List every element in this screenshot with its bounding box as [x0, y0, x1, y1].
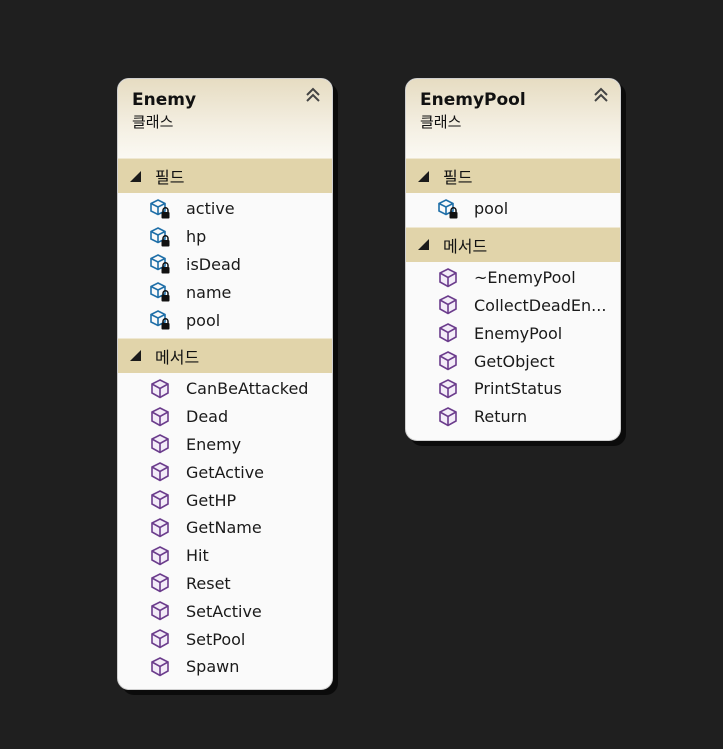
method-name: SetActive: [186, 601, 262, 621]
field-name: name: [186, 282, 232, 302]
methods-list: CanBeAttacked Dead Enemy GetActive GetHP GetN…: [118, 373, 332, 685]
method-name: Hit: [186, 546, 209, 566]
class-title: Enemy: [132, 90, 197, 110]
method-icon: [437, 378, 459, 400]
fields-list: active hp isDead name pool: [118, 193, 332, 338]
field-item[interactable]: pool: [406, 195, 620, 223]
fields-section-label: 필드: [155, 168, 185, 187]
private-field-icon: [149, 198, 171, 220]
method-item[interactable]: Return: [406, 403, 620, 431]
method-item[interactable]: Hit: [118, 542, 332, 570]
method-name: CanBeAttacked: [186, 379, 309, 399]
method-name: PrintStatus: [474, 379, 562, 399]
private-field-icon: [149, 253, 171, 275]
fields-section-label: 필드: [443, 168, 473, 187]
expanded-triangle-icon[interactable]: [130, 350, 141, 362]
methods-section-header[interactable]: 메서드: [406, 226, 620, 262]
method-icon: [149, 489, 171, 511]
method-icon: [149, 600, 171, 622]
method-item[interactable]: GetObject: [406, 347, 620, 375]
method-icon: [437, 294, 459, 316]
method-name: SetPool: [186, 629, 246, 649]
method-name: Reset: [186, 573, 231, 593]
field-name: active: [186, 199, 235, 219]
method-name: Spawn: [186, 657, 240, 677]
method-icon: [149, 517, 171, 539]
expanded-triangle-icon[interactable]: [130, 170, 141, 182]
method-item[interactable]: Enemy: [118, 431, 332, 459]
method-icon: [149, 406, 171, 428]
method-item[interactable]: SetPool: [118, 625, 332, 653]
class-card-enemypool[interactable]: EnemyPool 클래스 필드 pool 메서드 ~EnemyPool Coll…: [405, 78, 621, 441]
method-icon: [149, 628, 171, 650]
fields-section-header[interactable]: 필드: [406, 158, 620, 193]
method-icon: [149, 545, 171, 567]
class-header: EnemyPool 클래스: [406, 79, 620, 158]
method-icon: [437, 267, 459, 289]
method-item[interactable]: GetName: [118, 514, 332, 542]
field-item[interactable]: hp: [118, 223, 332, 251]
method-name: Return: [474, 407, 528, 427]
class-card-enemy[interactable]: Enemy 클래스 필드 active hp isDead name pool 메서드 …: [117, 78, 333, 690]
field-item[interactable]: pool: [118, 306, 332, 334]
expanded-triangle-icon[interactable]: [418, 170, 429, 182]
private-field-icon: [149, 309, 171, 331]
method-icon: [149, 378, 171, 400]
method-item[interactable]: PrintStatus: [406, 375, 620, 403]
method-name: Enemy: [186, 434, 242, 454]
field-item[interactable]: name: [118, 278, 332, 306]
method-item[interactable]: EnemyPool: [406, 319, 620, 347]
class-kind: 클래스: [132, 113, 174, 131]
methods-list: ~EnemyPool CollectDeadEn... EnemyPool GetOb…: [406, 262, 620, 435]
class-title: EnemyPool: [420, 90, 526, 110]
field-name: pool: [474, 199, 509, 219]
method-icon: [149, 656, 171, 678]
method-icon: [437, 350, 459, 372]
method-item[interactable]: CanBeAttacked: [118, 375, 332, 403]
method-icon: [149, 461, 171, 483]
collapse-chevrons-icon[interactable]: [592, 86, 610, 104]
private-field-icon: [149, 281, 171, 303]
method-icon: [437, 322, 459, 344]
methods-section-header[interactable]: 메서드: [118, 337, 332, 373]
method-icon: [149, 572, 171, 594]
private-field-icon: [149, 226, 171, 248]
method-name: CollectDeadEn...: [474, 295, 607, 315]
method-name: ~EnemyPool: [474, 268, 576, 288]
method-icon: [149, 433, 171, 455]
field-item[interactable]: active: [118, 195, 332, 223]
method-name: EnemyPool: [474, 323, 563, 343]
method-name: GetActive: [186, 462, 265, 482]
method-item[interactable]: ~EnemyPool: [406, 264, 620, 292]
method-item[interactable]: CollectDeadEn...: [406, 292, 620, 320]
method-item[interactable]: Dead: [118, 403, 332, 431]
class-header: Enemy 클래스: [118, 79, 332, 158]
field-name: pool: [186, 310, 221, 330]
method-name: Dead: [186, 407, 229, 427]
methods-section-label: 메서드: [155, 347, 200, 367]
collapse-chevrons-icon[interactable]: [304, 86, 322, 104]
fields-list: pool: [406, 193, 620, 227]
method-name: GetName: [186, 518, 262, 538]
method-name: GetObject: [474, 351, 555, 371]
field-name: hp: [186, 227, 207, 247]
class-kind: 클래스: [420, 113, 462, 131]
field-item[interactable]: isDead: [118, 251, 332, 279]
expanded-triangle-icon[interactable]: [418, 239, 429, 251]
method-item[interactable]: Reset: [118, 570, 332, 598]
field-name: isDead: [186, 254, 241, 274]
method-item[interactable]: GetHP: [118, 486, 332, 514]
method-item[interactable]: Spawn: [118, 653, 332, 681]
method-item[interactable]: SetActive: [118, 597, 332, 625]
method-name: GetHP: [186, 490, 237, 510]
methods-section-label: 메서드: [443, 236, 488, 256]
method-item[interactable]: GetActive: [118, 458, 332, 486]
private-field-icon: [437, 198, 459, 220]
fields-section-header[interactable]: 필드: [118, 158, 332, 193]
method-icon: [437, 406, 459, 428]
